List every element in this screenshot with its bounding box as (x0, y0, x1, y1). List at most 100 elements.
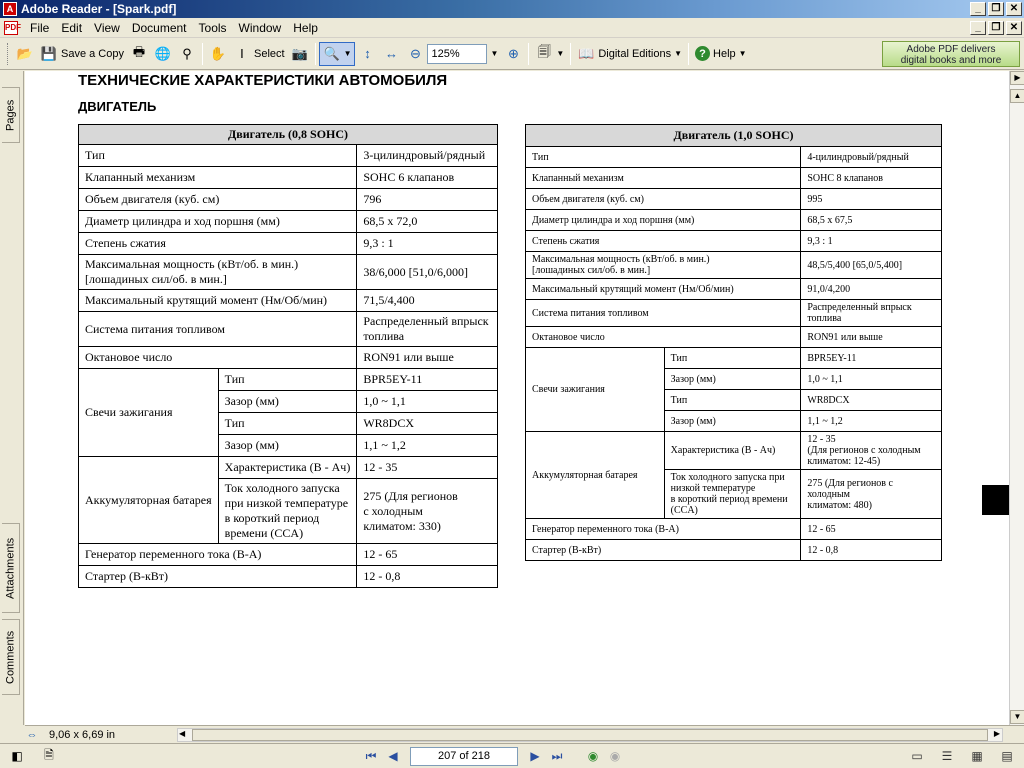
table-header: Двигатель (1,0 SOHC) (525, 124, 942, 147)
restore-button[interactable]: ❐ (988, 2, 1004, 16)
ad-line-1: Adobe PDF delivers (906, 44, 996, 55)
pages-tab[interactable]: Pages (2, 87, 20, 143)
engine-10-table: Двигатель (1,0 SOHC) Тип 4-цилиндровый/ря… (524, 124, 942, 561)
zoom-tool-dropdown-icon[interactable]: ▼ (344, 49, 352, 58)
zoom-out-button[interactable]: ⊖ (403, 42, 427, 66)
rotate-pages-button[interactable]: 🗐 ▼ (532, 42, 567, 66)
page-rotate-icon: 🗐 (537, 43, 551, 59)
binoculars-icon: ⚲ (182, 45, 192, 61)
document-area[interactable]: ТЕХНИЧЕСКИЕ ХАРАКТЕРИСТИКИ АВТОМОБИЛЯ ДВ… (25, 71, 1009, 725)
menu-file[interactable]: File (24, 21, 55, 35)
scroll-top-arrow-icon[interactable]: ▶ (1010, 71, 1024, 85)
comments-tab[interactable]: Comments (2, 619, 20, 695)
fit-width-button[interactable]: ↔ (379, 42, 403, 66)
floppy-disk-icon: 💾 (40, 45, 58, 61)
adobe-ad-banner[interactable]: Adobe PDF delivers digital books and mor… (882, 41, 1020, 67)
zoom-in-button[interactable]: ⊕ (501, 42, 525, 66)
table-row: Объем двигателя (куб. см) 995 (524, 188, 942, 210)
scroll-down-arrow-icon[interactable]: ▼ (1010, 710, 1024, 724)
previous-page-icon[interactable]: ◀ (382, 746, 404, 766)
table-row: Степень сжатия 9,3 : 1 (524, 230, 942, 252)
single-page-icon[interactable]: ▭ (906, 746, 928, 766)
table-row: Тип 3-цилиндровый/рядный (77, 144, 498, 167)
zoom-tool-button[interactable]: 🔍 ▼ (318, 41, 356, 66)
table-row: Максимальный крутящий момент (Нм/Об/мин)… (77, 289, 498, 312)
document-properties-icon[interactable]: 🗎 (38, 746, 60, 766)
horizontal-scroll-thumb[interactable] (192, 729, 988, 741)
minus-circle-icon: ⊖ (410, 45, 421, 61)
hand-tool-button[interactable]: ✋ (206, 42, 230, 66)
next-page-icon[interactable]: ▶ (524, 746, 546, 766)
scroll-up-arrow-icon[interactable]: ▲ (1010, 89, 1024, 103)
table-row: Октановое число RON91 или выше (77, 346, 498, 369)
zoom-input[interactable]: 125% (427, 43, 488, 64)
vertical-scrollbar[interactable]: ▶ ▲ ▼ (1009, 71, 1024, 725)
table-row: Свечи зажигания Тип BPR5EY-11 (78, 368, 498, 457)
document-icon[interactable]: PDF (4, 20, 21, 35)
printer-icon: 🖶 (132, 43, 146, 59)
digital-editions-button[interactable]: 📖 Digital Editions ▼ (574, 42, 685, 66)
table-header: Двигатель (0,8 SOHC) (78, 124, 498, 145)
attachments-tab[interactable]: Attachments (2, 523, 20, 613)
zoom-dropdown[interactable]: ▼ (487, 42, 501, 66)
adobe-reader-icon: A (3, 2, 17, 16)
save-copy-button[interactable]: 💾 Save a Copy (37, 42, 127, 66)
doc-minimize-button[interactable]: _ (970, 20, 986, 35)
menu-tools[interactable]: Tools (193, 21, 233, 35)
last-page-icon[interactable]: ⏭ (546, 746, 568, 766)
menu-help[interactable]: Help (287, 21, 324, 35)
doc-close-button[interactable]: ✕ (1006, 20, 1022, 35)
table-row: Клапанный механизм SOHC 6 клапанов (77, 166, 498, 189)
next-view-icon[interactable]: ◉ (604, 746, 626, 766)
facing-icon[interactable]: ▦ (966, 746, 988, 766)
table-row: Степень сжатия 9,3 : 1 (77, 232, 498, 255)
page-size-readout: 9,06 x 6,69 in (49, 728, 116, 741)
table-row: Максимальный крутящий момент (Нм/Об/мин)… (524, 278, 942, 300)
table-row: Аккумуляторная батарея Характеристика (В … (525, 431, 942, 519)
magnifier-minus-icon: 🔍 (323, 45, 340, 61)
page-edge-marker (982, 485, 1009, 515)
close-button[interactable]: ✕ (1006, 2, 1022, 16)
email-button[interactable]: 🌐 (151, 42, 175, 66)
digital-editions-dropdown-icon: ▼ (674, 49, 683, 58)
fit-page-button[interactable]: ↕ (355, 42, 379, 66)
help-dropdown-icon: ▼ (738, 49, 747, 58)
doc-restore-button[interactable]: ❐ (988, 20, 1004, 35)
title-bar: A Adobe Reader - [Spark.pdf] _ ❐ ✕ (0, 0, 1024, 18)
snapshot-button[interactable]: 📷 (288, 42, 312, 66)
table-row: Генератор переменного тока (В-А) 12 - 65 (77, 543, 498, 566)
menu-view[interactable]: View (88, 21, 126, 35)
select-label: Select (253, 47, 285, 60)
split-icon[interactable]: ⇔ (25, 729, 39, 741)
rotate-dropdown-icon: ▼ (556, 49, 565, 58)
hand-icon: ✋ (209, 45, 227, 61)
menu-document[interactable]: Document (126, 21, 193, 35)
first-page-icon[interactable]: ⏮ (360, 746, 382, 766)
continuous-facing-icon[interactable]: ▤ (996, 746, 1018, 766)
table-row: Аккумуляторная батарея Характеристика (В … (78, 456, 498, 544)
find-button[interactable]: ⚲ (175, 42, 199, 66)
previous-view-icon[interactable]: ◉ (582, 746, 604, 766)
table-row: Клапанный механизм SOHC 8 клапанов (524, 167, 942, 189)
toggle-panel-icon[interactable]: ◧ (6, 746, 28, 766)
page-title: ТЕХНИЧЕСКИЕ ХАРАКТЕРИСТИКИ АВТОМОБИЛЯ (78, 72, 448, 89)
chevron-down-icon: ▼ (490, 49, 499, 58)
ad-line-2: digital books and more (900, 55, 1002, 66)
horizontal-scrollbar[interactable]: ◀ ▶ (177, 728, 1003, 742)
menu-window[interactable]: Window (233, 21, 288, 35)
select-tool-button[interactable]: I Select (230, 42, 288, 66)
globe-mail-icon: 🌐 (154, 45, 172, 61)
camera-icon: 📷 (291, 45, 308, 61)
scroll-left-arrow-icon[interactable]: ◀ (179, 729, 185, 738)
print-button[interactable]: 🖶 (127, 42, 151, 66)
open-button[interactable]: 📂 (13, 42, 37, 66)
scroll-right-arrow-icon[interactable]: ▶ (994, 729, 1000, 738)
minimize-button[interactable]: _ (970, 2, 986, 16)
digital-editions-label: Digital Editions (598, 47, 672, 60)
table-row: Свечи зажигания Тип BPR5EY-11 (525, 347, 942, 432)
page-number-input[interactable]: 207 of 218 (410, 746, 518, 766)
menu-edit[interactable]: Edit (55, 21, 88, 35)
help-button[interactable]: ? Help ▼ (692, 42, 750, 66)
toolbar: 📂 💾 Save a Copy 🖶 🌐 ⚲ ✋ I Select 📷 🔍 ▼ ↕ ↔ … (0, 38, 1024, 70)
continuous-icon[interactable]: ☰ (936, 746, 958, 766)
